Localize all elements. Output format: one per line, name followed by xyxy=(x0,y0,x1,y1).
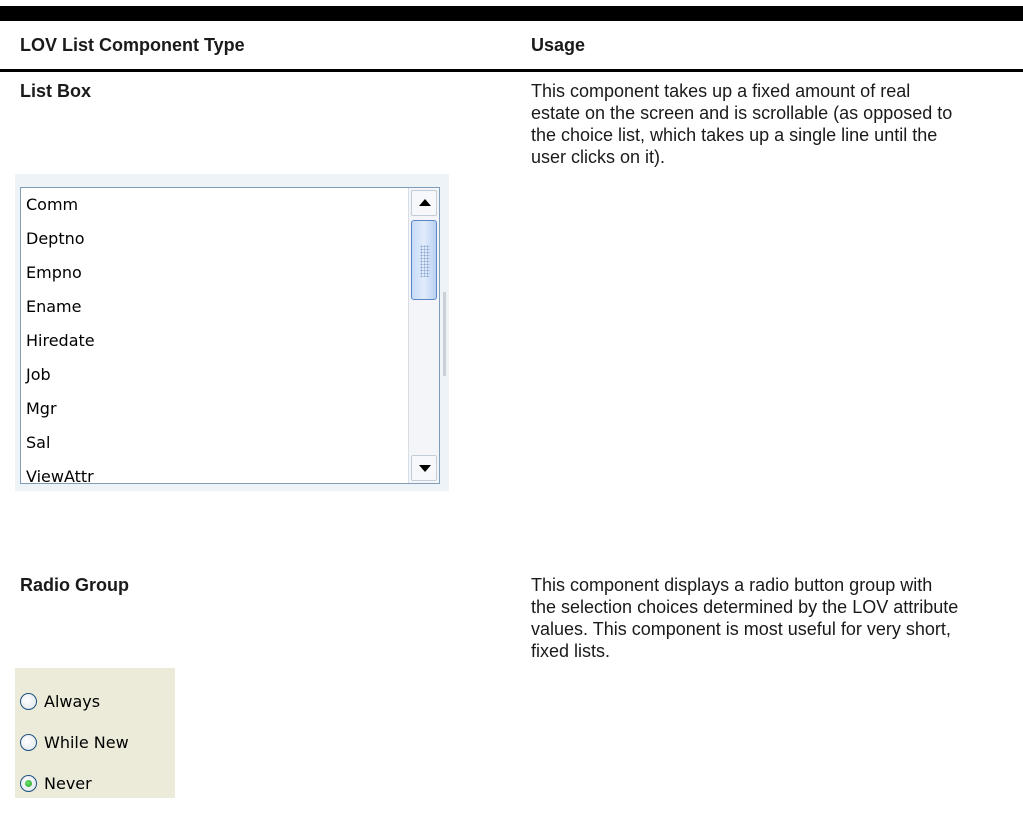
scrollbar-grip-icon xyxy=(420,245,430,277)
list-item[interactable]: ViewAttr xyxy=(21,460,411,483)
list-item[interactable]: Job xyxy=(21,358,411,392)
radio-selected-dot xyxy=(25,779,32,787)
radio-option-while-new[interactable]: While New xyxy=(20,728,129,756)
radio-label: Never xyxy=(44,773,92,793)
list-box-items: Comm Deptno Empno Ename Hiredate Job Mgr… xyxy=(21,188,411,483)
row-type-list-box: List Box xyxy=(20,81,92,101)
radio-button-icon[interactable] xyxy=(20,692,37,710)
list-item[interactable]: Hiredate xyxy=(21,324,411,358)
list-item[interactable]: Sal xyxy=(21,426,411,460)
list-box[interactable]: Comm Deptno Empno Ename Hiredate Job Mgr… xyxy=(20,187,440,484)
scroll-up-arrow-icon xyxy=(419,199,431,206)
scrollbar-shadow xyxy=(443,292,446,376)
header-rule xyxy=(0,69,1023,72)
list-item[interactable]: Comm xyxy=(21,188,411,222)
radio-label: While New xyxy=(44,732,129,752)
list-item[interactable]: Empno xyxy=(21,256,411,290)
scroll-up-button[interactable] xyxy=(411,190,437,216)
list-item[interactable]: Mgr xyxy=(21,392,411,426)
top-rule xyxy=(0,6,1023,21)
scroll-down-arrow-icon xyxy=(419,465,431,472)
radio-button-icon[interactable] xyxy=(20,733,37,751)
radio-button-icon[interactable] xyxy=(20,774,37,792)
list-item[interactable]: Ename xyxy=(21,290,411,324)
list-item[interactable]: Deptno xyxy=(21,222,411,256)
vertical-scrollbar[interactable] xyxy=(408,188,439,483)
radio-label: Always xyxy=(44,691,101,711)
scrollbar-thumb[interactable] xyxy=(411,220,437,300)
header-usage: Usage xyxy=(531,35,586,55)
scroll-down-button[interactable] xyxy=(411,455,437,481)
row-usage-radio-group: This component displays a radio button g… xyxy=(531,575,959,661)
radio-option-always[interactable]: Always xyxy=(20,687,100,715)
radio-option-never[interactable]: Never xyxy=(20,769,92,797)
row-type-radio-group: Radio Group xyxy=(20,575,129,595)
row-usage-list-box: This component takes up a fixed amount o… xyxy=(531,81,953,167)
header-component-type: LOV List Component Type xyxy=(20,35,245,55)
